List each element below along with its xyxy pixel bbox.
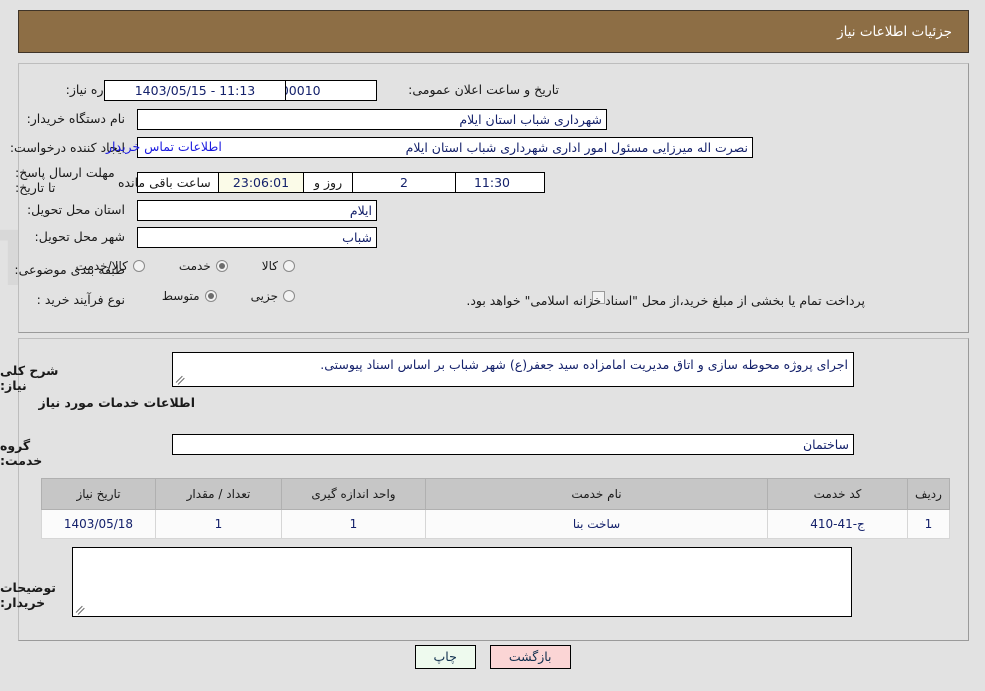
deadline-label: مهلت ارسال پاسخ: تا تاریخ: <box>15 165 115 195</box>
requester-value[interactable]: نصرت اله میرزایی مسئول امور اداری شهردار… <box>137 137 753 158</box>
services-table: ردیف کد خدمت نام خدمت واحد اندازه گیری ت… <box>41 478 950 539</box>
buyer-notes-textarea[interactable] <box>72 547 852 617</box>
radio-icon[interactable] <box>283 260 295 272</box>
resize-grip-icon[interactable] <box>76 605 86 615</box>
category-option-kala[interactable]: کالا <box>262 259 295 273</box>
general-need-label: شرح کلی نیاز: <box>0 363 59 393</box>
treasury-text: پرداخت تمام یا بخشی از مبلغ خرید،از محل … <box>466 293 865 308</box>
public-announce-value[interactable]: 11:13 - 1403/05/15 <box>104 80 286 101</box>
buyer-org-value[interactable]: شهرداری شباب استان ایلام <box>137 109 607 130</box>
category-radio-group[interactable]: کالا خدمت کالا/خدمت <box>76 259 295 273</box>
page-root: AnaTender .net جزئیات اطلاعات نیاز شماره… <box>0 0 985 691</box>
cell-name: ساخت بنا <box>425 509 768 539</box>
province-label: استان محل تحویل: <box>26 202 125 217</box>
radio-icon[interactable] <box>215 260 228 272</box>
cell-date: 1403/05/18 <box>41 509 156 539</box>
city-label: شهر محل تحویل: <box>34 229 125 244</box>
process-radio-group[interactable]: جزیی متوسط <box>162 289 295 303</box>
deadline-label-wrap: مهلت ارسال پاسخ: تا تاریخ: <box>15 165 125 195</box>
process-option-label: متوسط <box>161 289 200 303</box>
process-label: نوع فرآیند خرید : <box>36 292 125 307</box>
table-col-unit: واحد اندازه گیری <box>281 478 426 510</box>
service-group-value[interactable]: ساختمان <box>172 434 854 455</box>
table-row[interactable]: 1 ج-41-410 ساخت بنا 1 1 1403/05/18 <box>41 509 950 539</box>
radio-icon[interactable] <box>283 290 295 302</box>
cell-code: ج-41-410 <box>767 509 908 539</box>
announce-label-wrap: تاریخ و ساعت اعلان عمومی: <box>408 82 559 97</box>
category-option-khedmat[interactable]: خدمت <box>179 259 228 273</box>
services-section-title: اطلاعات خدمات مورد نیاز <box>38 395 196 410</box>
public-announce-label: تاریخ و ساعت اعلان عمومی: <box>408 82 559 97</box>
process-option-jozii[interactable]: جزیی <box>251 289 295 303</box>
city-value[interactable]: شباب <box>137 227 377 248</box>
cell-quantity: 1 <box>155 509 282 539</box>
back-button[interactable]: بازگشت <box>489 645 571 669</box>
services-table-wrap: ردیف کد خدمت نام خدمت واحد اندازه گیری ت… <box>41 478 950 539</box>
radio-icon[interactable] <box>132 260 145 272</box>
cell-unit: 1 <box>281 509 426 539</box>
province-label-wrap: استان محل تحویل: <box>27 202 125 217</box>
resize-grip-icon[interactable] <box>176 375 186 385</box>
service-group-label: گروه خدمت: <box>0 438 43 468</box>
category-option-label: کالا/خدمت <box>75 259 128 273</box>
process-option-label: جزیی <box>250 289 278 303</box>
table-col-code: کد خدمت <box>767 478 908 510</box>
page-header: جزئیات اطلاعات نیاز <box>18 10 969 53</box>
table-col-name: نام خدمت <box>425 478 768 510</box>
city-label-wrap: شهر محل تحویل: <box>35 229 125 244</box>
remaining-days-label: روز و <box>314 175 343 190</box>
action-buttons: بازگشت چاپ <box>0 645 985 669</box>
countdown-timer: 23:06:01 <box>218 172 304 193</box>
category-option-kala-khedmat[interactable]: کالا/خدمت <box>76 259 145 273</box>
buyer-contact-link[interactable]: اطلاعات تماس خریدار <box>106 139 222 154</box>
process-option-motavaset[interactable]: متوسط <box>162 289 217 303</box>
category-option-label: خدمت <box>178 259 211 273</box>
category-option-label: کالا <box>261 259 278 273</box>
page-title: جزئیات اطلاعات نیاز <box>837 23 952 40</box>
table-col-index: ردیف <box>907 478 950 510</box>
table-col-date: تاریخ نیاز <box>41 478 156 510</box>
cell-index: 1 <box>907 509 950 539</box>
buyer-org-label: نام دستگاه خریدار: <box>26 111 125 126</box>
print-button[interactable]: چاپ <box>414 645 476 669</box>
general-need-value: اجرای پروژه محوطه سازی و اتاق مدیریت اما… <box>320 357 848 372</box>
table-header-row: ردیف کد خدمت نام خدمت واحد اندازه گیری ت… <box>41 478 950 510</box>
general-need-textarea[interactable]: اجرای پروژه محوطه سازی و اتاق مدیریت اما… <box>172 352 854 387</box>
radio-icon[interactable] <box>204 290 217 302</box>
remaining-days-value[interactable]: 2 <box>352 172 456 193</box>
buyer-org-label-wrap: نام دستگاه خریدار: <box>27 111 125 126</box>
countdown-label: ساعت باقی مانده <box>118 175 211 190</box>
province-value[interactable]: ایلام <box>137 200 377 221</box>
process-label-wrap: نوع فرآیند خرید : <box>37 292 125 307</box>
table-col-quantity: تعداد / مقدار <box>155 478 282 510</box>
